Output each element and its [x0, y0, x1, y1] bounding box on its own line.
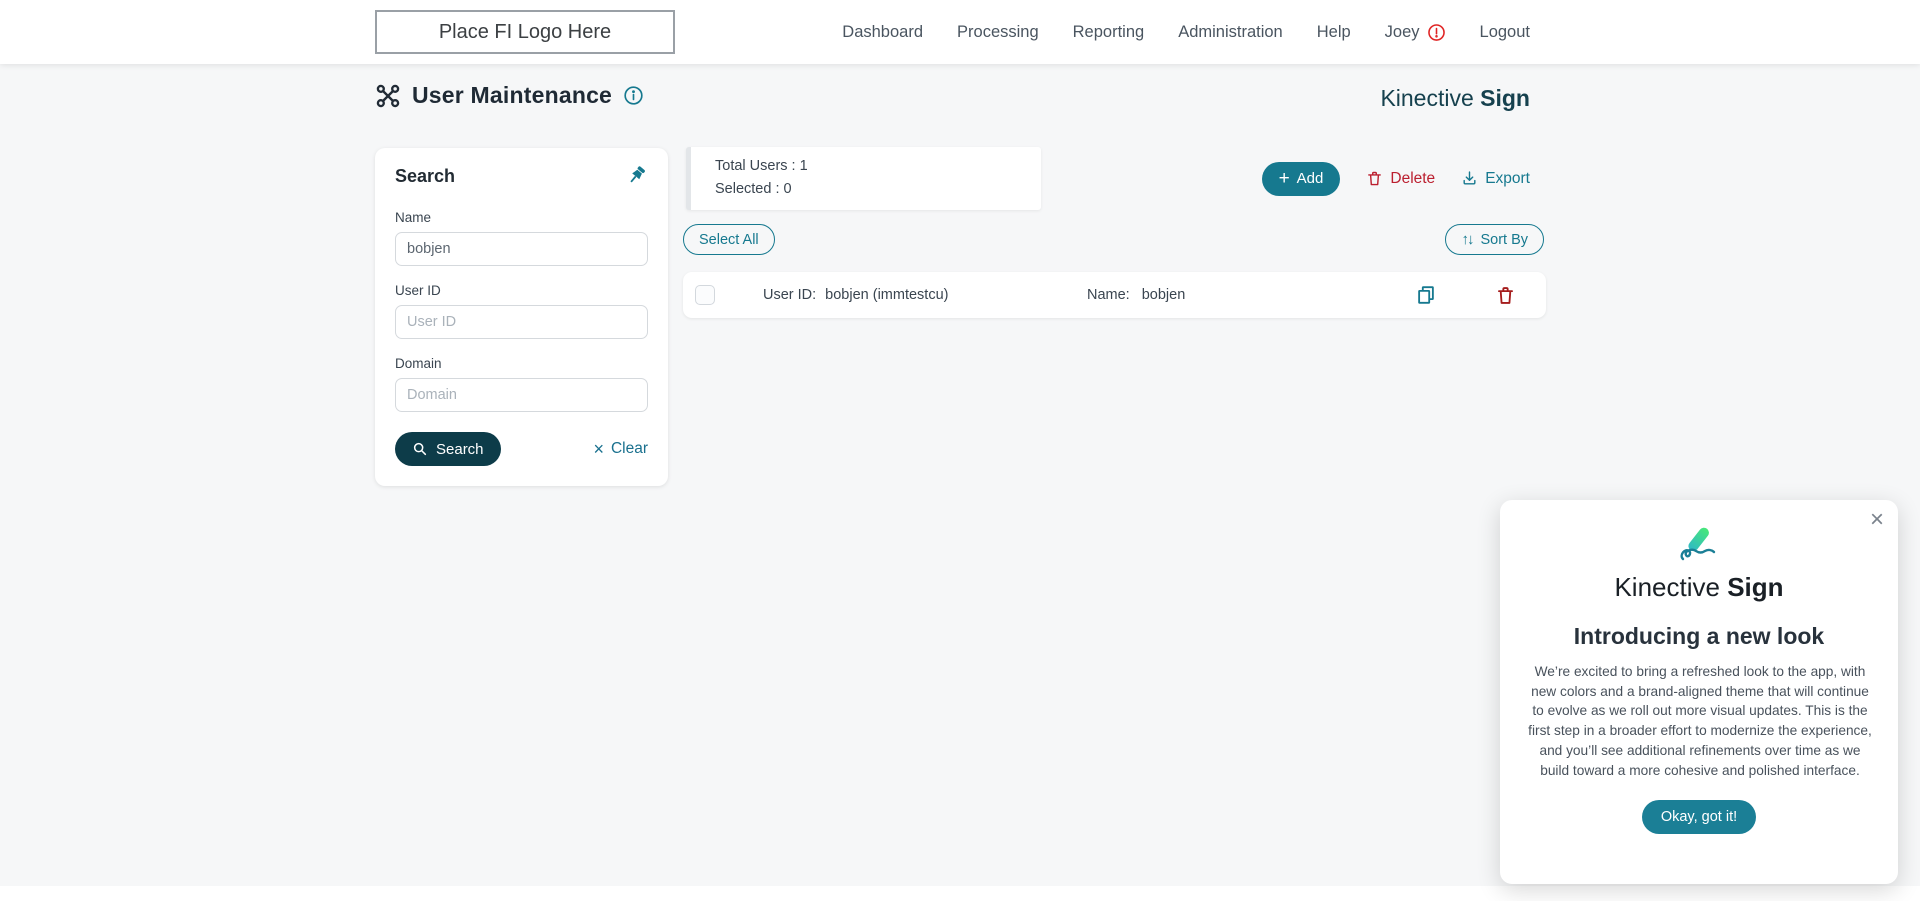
popup-brand-wordmark: Kinective Sign: [1614, 572, 1784, 602]
popup-body: We’re excited to bring a refreshed look …: [1528, 664, 1872, 778]
list-actions: + Add Delete Export: [1261, 147, 1530, 210]
okay-got-it-button[interactable]: Okay, got it!: [1641, 800, 1757, 835]
user-id-label: User ID: [395, 283, 441, 298]
alert-icon: [1427, 23, 1446, 42]
nav-item-administration[interactable]: Administration: [1178, 23, 1283, 42]
page-title-row: User Maintenance: [375, 82, 644, 109]
pin-icon[interactable]: [624, 164, 648, 188]
search-button[interactable]: Search: [395, 432, 501, 466]
bottom-strip: [0, 886, 1920, 901]
copy-icon[interactable]: [1415, 284, 1437, 306]
popup-heading: Introducing a new look: [1573, 623, 1825, 649]
page-title: User Maintenance: [412, 82, 613, 108]
nav-item-user-joey[interactable]: Joey: [1385, 23, 1446, 42]
nav-item-reporting[interactable]: Reporting: [1073, 23, 1145, 42]
brand-wordmark: Kinective Sign: [1380, 85, 1530, 111]
search-panel-title: Search: [395, 165, 456, 186]
row-name: Name: bobjen: [1087, 287, 1186, 303]
page: Place FI Logo Here Dashboard Processing …: [0, 0, 1920, 901]
pen-logo-icon: [1528, 526, 1870, 568]
search-panel: Search Name User ID Domain: [375, 148, 668, 486]
row-user-id: User ID: bobjen (immtestcu): [763, 287, 949, 303]
selected-count-text: Selected : 0: [715, 181, 792, 197]
info-icon[interactable]: [623, 85, 644, 106]
sort-arrows-icon: ↑↓: [1461, 231, 1474, 248]
top-bar: Place FI Logo Here Dashboard Processing …: [0, 0, 1920, 64]
nav-item-processing[interactable]: Processing: [957, 23, 1039, 42]
clear-button[interactable]: × Clear: [593, 440, 648, 458]
domain-label: Domain: [395, 356, 442, 371]
nav-item-logout[interactable]: Logout: [1480, 23, 1530, 42]
name-input[interactable]: [395, 232, 648, 266]
add-user-button[interactable]: + Add: [1261, 161, 1341, 196]
user-id-input[interactable]: [395, 305, 648, 339]
export-button[interactable]: Export: [1461, 170, 1530, 188]
name-label: Name: [395, 210, 432, 225]
trash-icon: [1366, 170, 1383, 187]
main-nav: Dashboard Processing Reporting Administr…: [842, 0, 1530, 64]
delete-button[interactable]: Delete: [1366, 170, 1435, 188]
nav-item-help[interactable]: Help: [1317, 23, 1351, 42]
tools-icon: [375, 83, 401, 109]
fi-logo-text: Place FI Logo Here: [438, 20, 612, 43]
download-icon: [1461, 170, 1478, 187]
total-users-text: Total Users : 1: [715, 158, 808, 174]
table-row: User ID: bobjen (immtestcu) Name: bobjen: [683, 272, 1546, 318]
row-checkbox[interactable]: [695, 285, 715, 305]
clear-x-icon: ×: [593, 439, 604, 459]
announcement-popup: × Kinective Sign Introducing a new look …: [1500, 500, 1898, 884]
plus-icon: +: [1278, 168, 1290, 189]
summary-card: Total Users : 1 Selected : 0: [686, 147, 1041, 210]
select-all-button[interactable]: Select All: [683, 224, 775, 255]
row-trash-icon[interactable]: [1495, 285, 1516, 306]
nav-item-dashboard[interactable]: Dashboard: [842, 23, 923, 42]
sort-by-button[interactable]: ↑↓ Sort By: [1445, 224, 1544, 255]
fi-logo-placeholder: Place FI Logo Here: [375, 10, 675, 54]
close-icon[interactable]: ×: [1870, 508, 1884, 532]
search-icon: [412, 441, 428, 457]
domain-input[interactable]: [395, 378, 648, 412]
